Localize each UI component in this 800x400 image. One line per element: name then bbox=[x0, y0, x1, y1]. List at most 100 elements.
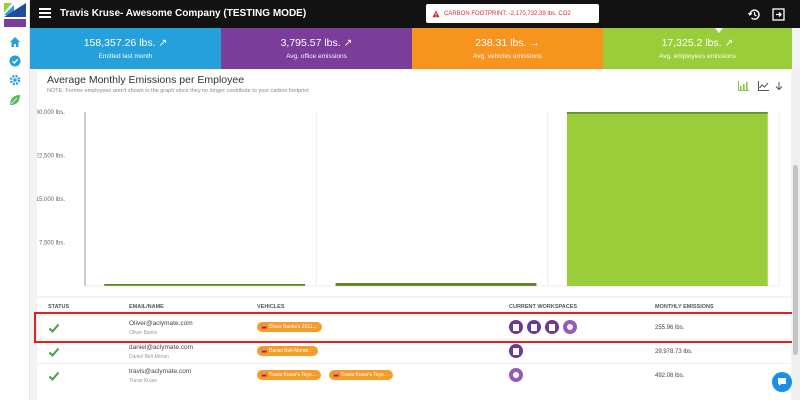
car-icon: 🚘 bbox=[333, 372, 340, 378]
check-icon bbox=[48, 347, 60, 357]
stat-card-emitted-last-month[interactable]: 158,357.26 lbs. ↗ Emitted last month bbox=[30, 28, 221, 69]
leaf-icon bbox=[10, 95, 20, 105]
history-button[interactable] bbox=[746, 6, 762, 22]
building-icon bbox=[549, 324, 555, 331]
stat-value: 17,325.2 lbs. ↗ bbox=[661, 37, 734, 49]
emissions-chart-panel: Average Monthly Emissions per Employee N… bbox=[37, 70, 791, 296]
stat-card-office-emissions[interactable]: 3,795.57 lbs. ↗ Avg. office emissions bbox=[221, 28, 412, 69]
selected-card-caret bbox=[715, 28, 723, 33]
gear-icon bbox=[9, 74, 21, 86]
y-tick-label: 22,500 lbs. bbox=[37, 154, 65, 160]
column-header-workspaces: CURRENT WORKSPACES bbox=[509, 304, 578, 310]
sidebar-item-verified[interactable] bbox=[8, 54, 22, 68]
bar[interactable] bbox=[566, 112, 768, 286]
bar-top-edge bbox=[566, 112, 768, 114]
car-icon: 🚘 bbox=[261, 372, 268, 378]
home-icon bbox=[10, 37, 20, 47]
employee-name: Travis Kruse bbox=[129, 378, 157, 384]
stat-value: 3,795.57 lbs. ↗ bbox=[280, 37, 353, 49]
app-root: Travis Kruse- Awesome Company (TESTING M… bbox=[0, 0, 800, 400]
vehicle-chip[interactable]: 🚘 Oliver Banks's 2011... bbox=[257, 322, 322, 332]
workspace-icon[interactable] bbox=[509, 368, 523, 382]
trend-up-icon: ↗ bbox=[724, 37, 734, 49]
panel-title: Average Monthly Emissions per Employee bbox=[47, 74, 245, 86]
vehicle-chip[interactable]: 🚘 Travis Kruse's Toyo... bbox=[329, 370, 393, 380]
stat-label: Emitted last month bbox=[98, 53, 153, 60]
line-chart-icon bbox=[757, 81, 769, 91]
workspace-icon[interactable] bbox=[527, 320, 541, 334]
download-arrow-icon bbox=[775, 81, 783, 90]
logout-icon bbox=[771, 7, 785, 21]
table-row[interactable]: Oliver@aclymate.com Oliver Banks 🚘 Olive… bbox=[37, 315, 791, 339]
page-title: Travis Kruse- Awesome Company (TESTING M… bbox=[60, 8, 307, 19]
car-icon: 🚘 bbox=[261, 324, 268, 330]
bar-top-edge bbox=[104, 284, 306, 286]
column-header-status: STATUS bbox=[48, 304, 70, 310]
menu-line bbox=[39, 16, 51, 18]
stat-card-employees-emissions[interactable]: 17,325.2 lbs. ↗ Avg. employees emissions bbox=[603, 28, 792, 69]
panel-note: NOTE: Former employees aren't shown in t… bbox=[47, 88, 309, 94]
carbon-footprint-text: CARBON FOOTPRINT: -2,170,732.39 lbs. CO2 bbox=[444, 10, 571, 17]
trend-flat-icon: → bbox=[529, 37, 540, 49]
y-tick-label: 15,000 lbs. bbox=[37, 197, 65, 203]
warning-icon bbox=[432, 10, 440, 17]
menu-line bbox=[39, 8, 51, 10]
employee-email: travis@aclymate.com bbox=[129, 368, 192, 375]
logout-button[interactable] bbox=[770, 6, 786, 22]
stat-label: Avg. vehicles emissions bbox=[473, 53, 542, 60]
vehicle-chip[interactable]: 🚘 Travis Kruse's Toyo... bbox=[257, 370, 321, 380]
stat-label: Avg. employees emissions bbox=[659, 53, 736, 60]
employee-email: daniel@aclymate.com bbox=[129, 344, 194, 351]
table-row[interactable]: daniel@aclymate.com Daniel Bell-Moran 🚘 … bbox=[37, 339, 791, 363]
workspace-icon[interactable] bbox=[545, 320, 559, 334]
monthly-emissions-value: 29,978.73 lbs. bbox=[655, 349, 693, 355]
employee-email: Oliver@aclymate.com bbox=[129, 320, 193, 327]
download-chart-button[interactable] bbox=[774, 80, 784, 92]
sidebar bbox=[0, 0, 30, 400]
column-header-monthly-emissions: MONTHLY EMISSIONS bbox=[655, 304, 714, 310]
y-tick-label: 30,000 lbs. bbox=[37, 110, 65, 116]
menu-line bbox=[39, 12, 51, 14]
chat-bubble-icon bbox=[778, 378, 786, 386]
sidebar-item-home[interactable] bbox=[8, 35, 22, 49]
vehicle-chip[interactable]: 🚘 Daniel Bell-Moran... bbox=[257, 346, 318, 356]
monthly-emissions-value: 255.96 lbs. bbox=[655, 325, 685, 331]
workspace-icon[interactable] bbox=[509, 344, 523, 358]
building-icon bbox=[513, 324, 519, 331]
scrollbar-thumb[interactable] bbox=[793, 165, 798, 355]
column-header-email: EMAIL/NAME bbox=[129, 304, 164, 310]
table-row[interactable]: travis@aclymate.com Travis Kruse 🚘 Travi… bbox=[37, 363, 791, 387]
trend-up-icon: ↗ bbox=[343, 37, 353, 49]
home-workspace-icon bbox=[567, 324, 573, 330]
company-logo bbox=[4, 3, 26, 27]
stat-value: 238.31 lbs. → bbox=[475, 37, 540, 49]
top-bar: Travis Kruse- Awesome Company (TESTING M… bbox=[30, 0, 800, 28]
building-icon bbox=[513, 348, 519, 355]
stat-card-vehicles-emissions[interactable]: 238.31 lbs. → Avg. vehicles emissions bbox=[412, 28, 603, 69]
verified-badge-icon bbox=[9, 55, 21, 67]
check-icon bbox=[48, 323, 60, 333]
emissions-bar-chart: 30,000 lbs. 22,500 lbs. 15,000 lbs. 7,500 l… bbox=[37, 110, 780, 287]
employee-name: Oliver Banks bbox=[129, 330, 158, 336]
monthly-emissions-value: 492.08 lbs. bbox=[655, 373, 685, 379]
y-tick-label: 7,500 lbs. bbox=[39, 241, 65, 247]
hamburger-menu-button[interactable] bbox=[39, 8, 51, 20]
workspace-icon[interactable] bbox=[509, 320, 523, 334]
workspace-icon[interactable] bbox=[563, 320, 577, 334]
employees-table: STATUS EMAIL/NAME VEHICLES CURRENT WORKS… bbox=[37, 298, 791, 400]
sidebar-item-eco[interactable] bbox=[8, 93, 22, 107]
car-icon: 🚘 bbox=[261, 348, 268, 354]
line-chart-toggle[interactable] bbox=[757, 80, 769, 92]
column-header-vehicles: VEHICLES bbox=[257, 304, 285, 310]
bar-top-edge bbox=[335, 283, 537, 285]
history-icon bbox=[747, 8, 760, 20]
chat-button[interactable] bbox=[772, 372, 792, 392]
bar-chart-toggle[interactable] bbox=[737, 80, 749, 92]
sidebar-item-settings[interactable] bbox=[8, 73, 22, 87]
home-workspace-icon bbox=[513, 372, 519, 378]
bar-chart-icon bbox=[737, 81, 749, 91]
stat-value: 158,357.26 lbs. ↗ bbox=[83, 37, 168, 49]
check-icon bbox=[48, 371, 60, 381]
building-icon bbox=[531, 324, 537, 331]
employee-name: Daniel Bell-Moran bbox=[129, 354, 169, 360]
